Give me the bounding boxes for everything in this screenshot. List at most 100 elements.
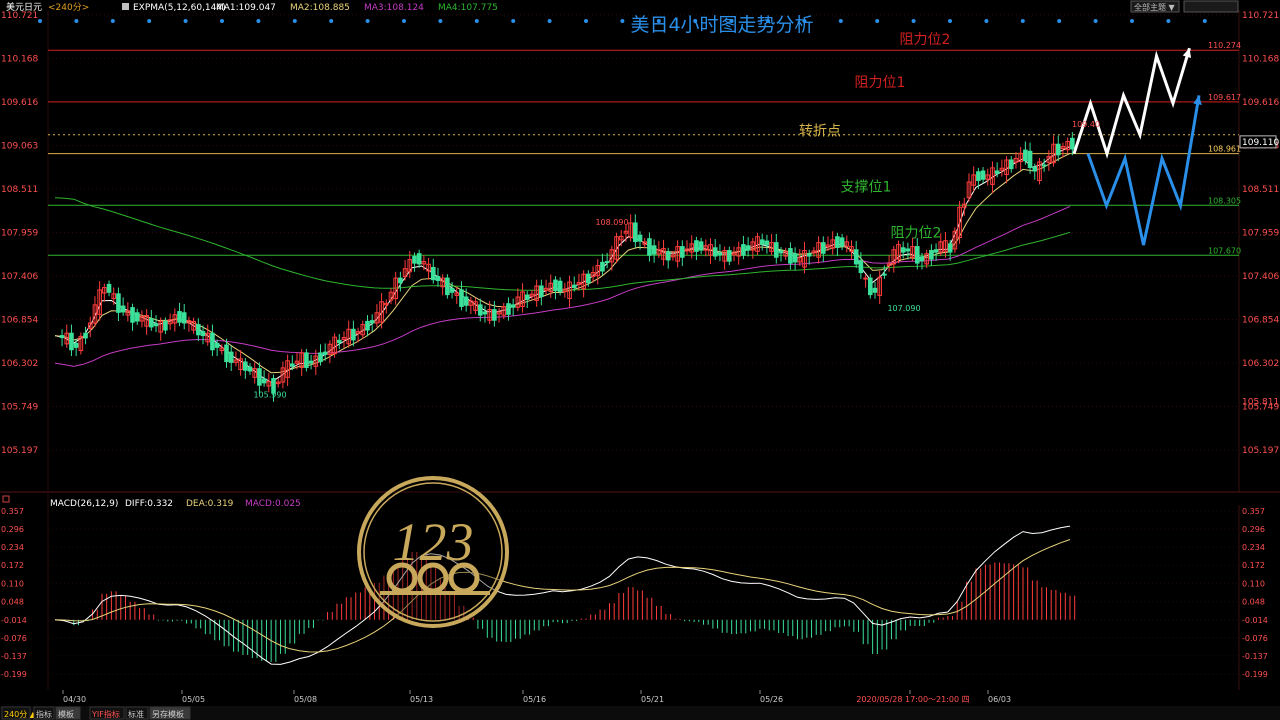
candle-body	[820, 242, 826, 254]
candle-body	[839, 237, 845, 247]
candle-body	[600, 261, 605, 272]
candle-body	[647, 238, 652, 256]
event-dot	[948, 19, 952, 23]
price-tick-right: 110.721	[1242, 11, 1279, 21]
price-chart[interactable]: 美元日元 <240分> EXPMA(5,12,60,144) MA1:109.0…	[0, 0, 1280, 720]
candle-body	[835, 236, 840, 248]
price-tick-right: 110.168	[1242, 55, 1279, 65]
macd-tick-left: 0.110	[1, 579, 24, 588]
level-value: 109.617	[1208, 93, 1241, 102]
candle-body	[181, 312, 187, 324]
candle-body	[774, 242, 779, 258]
candle-body	[1070, 137, 1075, 150]
event-dot	[438, 19, 443, 23]
candle-body	[336, 339, 342, 344]
price-tick-right: 106.854	[1242, 316, 1279, 326]
candle-body	[365, 320, 370, 331]
candle-body	[858, 260, 864, 274]
bottom-tabs[interactable]: 240分 ▲ 指标 模板 YIF指标 标准 另存模板	[1, 706, 191, 720]
candle-body	[308, 360, 314, 364]
candle-body	[196, 324, 201, 336]
event-dot	[1166, 19, 1171, 23]
bottom-tab-label: 240分 ▲	[4, 710, 37, 719]
candle-body	[1032, 166, 1038, 172]
candle-body	[290, 363, 295, 367]
candle-body	[933, 249, 939, 253]
price-tick-left: 109.063	[1, 142, 38, 152]
event-dot	[1093, 19, 1098, 23]
period-tag[interactable]: <240分>	[48, 2, 89, 13]
candle-body	[665, 251, 671, 261]
candle-body	[130, 307, 135, 323]
candle-body	[506, 303, 511, 315]
price-tick-right: 106.302	[1242, 359, 1279, 369]
candle-body	[1008, 159, 1014, 170]
level-name: 阻力位2	[900, 32, 951, 48]
level-value: 108.305	[1208, 196, 1241, 205]
macd-label: MACD(26,12,9)	[50, 499, 118, 509]
event-dot	[875, 19, 880, 23]
candle-body	[257, 368, 262, 386]
candle-body	[69, 332, 74, 351]
date-label: 05/16	[523, 695, 546, 704]
macd-tick-right: -0.076	[1242, 634, 1268, 643]
event-dot	[365, 19, 370, 23]
event-dot	[329, 19, 334, 23]
candle-body	[210, 332, 215, 351]
event-dot	[74, 19, 79, 23]
candle-body	[882, 273, 887, 276]
current-price-label: 109.110	[1242, 138, 1279, 148]
logo: 123	[357, 476, 509, 628]
event-dot	[802, 19, 807, 23]
macd-tick-left: -0.137	[1, 652, 27, 661]
macd-tick-left: 0.234	[1, 543, 24, 552]
event-dot	[183, 19, 188, 23]
candle-body	[510, 304, 516, 308]
candle-body	[900, 247, 906, 253]
price-tick-left: 110.721	[1, 11, 38, 21]
event-dot	[402, 19, 406, 23]
event-dot	[1057, 19, 1062, 23]
candle-body	[398, 277, 403, 284]
event-dot	[511, 19, 516, 23]
price-tick-left: 108.511	[1, 185, 38, 195]
price-tick-left: 106.854	[1, 316, 38, 326]
macd-tick-right: 0.296	[1242, 525, 1265, 534]
price-tick-left: 107.406	[1, 272, 38, 282]
candle-body	[477, 304, 483, 316]
macd-tick-right: -0.014	[1242, 616, 1268, 625]
event-dot	[474, 19, 479, 23]
candle-body	[604, 261, 610, 264]
price-tick-left: 109.616	[1, 98, 38, 108]
candle-body	[980, 170, 986, 180]
candle-body	[788, 248, 793, 264]
candle-body	[712, 247, 718, 257]
event-dot	[911, 19, 916, 23]
bottom-bar	[0, 706, 1280, 720]
candle-body	[914, 246, 920, 264]
candle-body	[919, 256, 925, 262]
date-label: 2020/05/28 17:00～21:00 四	[856, 695, 969, 704]
low-annotation: 105.990	[253, 391, 286, 400]
candle-body	[867, 277, 873, 296]
event-dot	[1130, 19, 1134, 23]
candle-body	[553, 279, 558, 292]
candle-body	[463, 296, 469, 306]
candle-body	[412, 255, 417, 264]
bottom-tab-label: YIF指标	[91, 709, 120, 719]
candle-body	[680, 246, 685, 258]
macd-tick-right: 0.234	[1242, 543, 1265, 552]
candle-body	[449, 287, 455, 293]
candle-body	[214, 342, 220, 348]
toolbar-icons[interactable]	[1183, 0, 1239, 13]
bottom-tab-label: 另存模板	[152, 709, 184, 719]
candle-body	[637, 234, 643, 242]
candle-body	[445, 277, 450, 296]
candle-body	[792, 253, 798, 263]
candle-body	[163, 320, 168, 331]
theme-button-label: 全部主题 ▼	[1134, 2, 1176, 12]
candle-body	[872, 287, 878, 293]
ma3-label: MA3:108.124	[364, 3, 424, 13]
candle-body	[261, 378, 267, 384]
candle-body	[651, 245, 657, 255]
